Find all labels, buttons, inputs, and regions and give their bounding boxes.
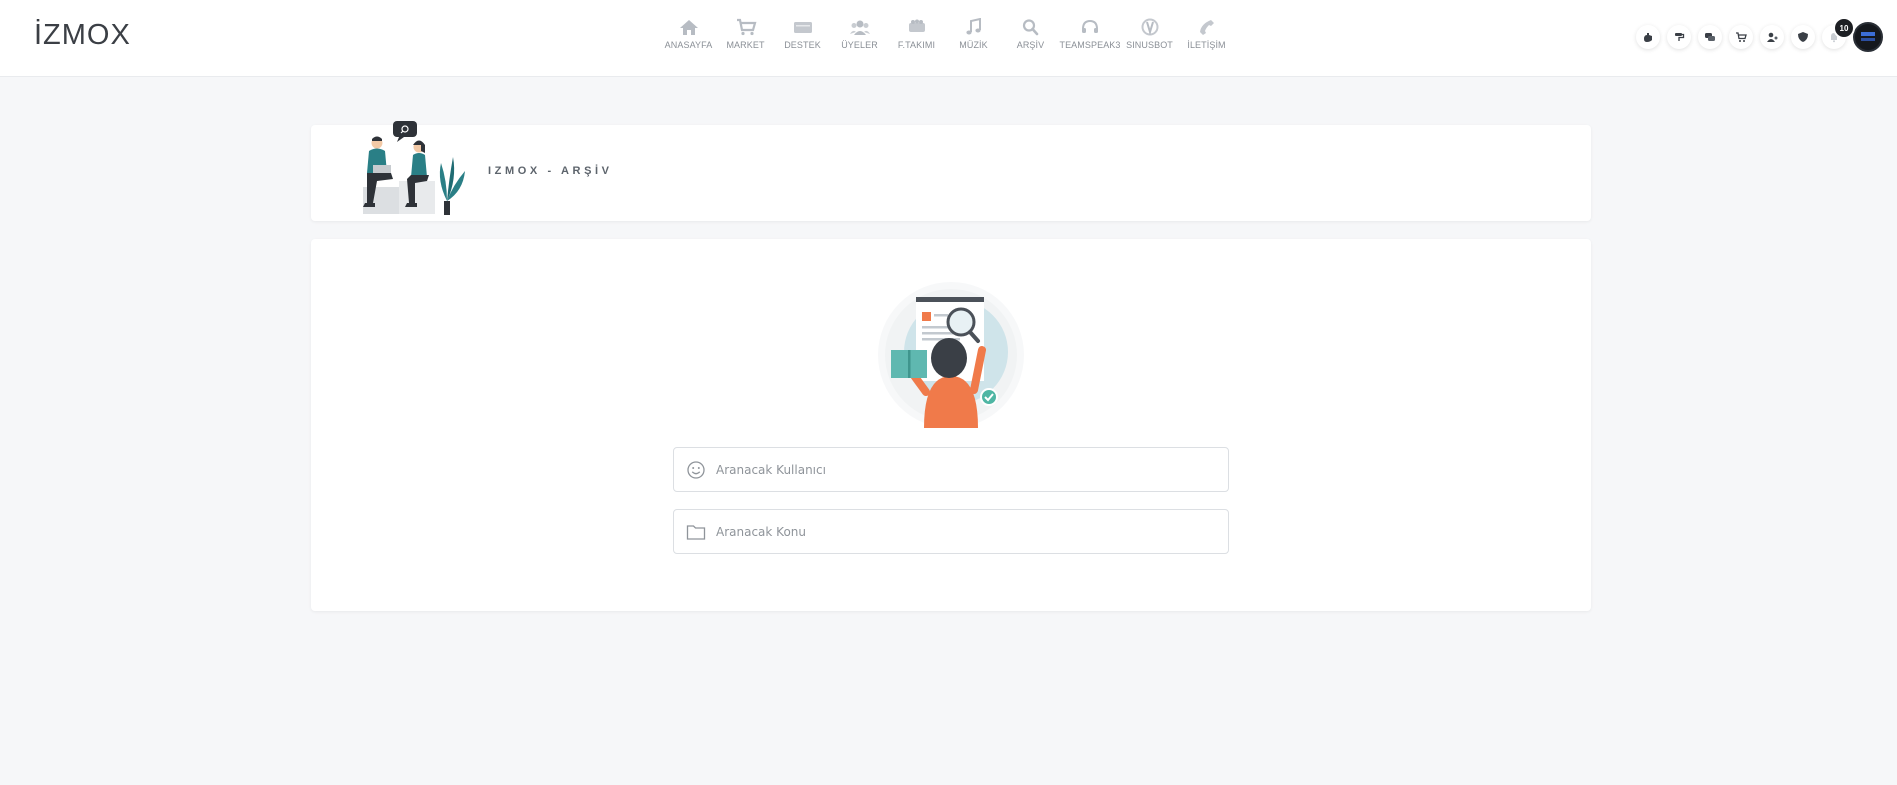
nav-item-members[interactable]: ÜYELER xyxy=(831,18,888,58)
hand-icon[interactable] xyxy=(1636,25,1660,49)
search-icon xyxy=(1020,18,1042,36)
notification-count-badge: 10 xyxy=(1833,17,1855,39)
nav-item-team[interactable]: F.TAKIMI xyxy=(888,18,945,58)
people-talking-illustration xyxy=(363,121,465,215)
cart-icon xyxy=(735,18,757,36)
nav-item-home[interactable]: ANASAYFA xyxy=(660,18,717,58)
nav-label: TEAMSPEAK3 xyxy=(1059,40,1121,50)
nav-label: SINUSBOT xyxy=(1126,40,1173,50)
nav-label: İLETİŞİM xyxy=(1187,40,1226,50)
nav-item-market[interactable]: MARKET xyxy=(717,18,774,58)
headset-icon xyxy=(1079,18,1101,36)
nav-label: ÜYELER xyxy=(841,40,878,50)
page-header-card: IZMOX - ARŞİV xyxy=(311,121,1591,221)
search-archive-illustration xyxy=(878,282,1024,428)
nav-item-support[interactable]: DESTEK xyxy=(774,18,831,58)
nav-label: DESTEK xyxy=(784,40,821,50)
avatar[interactable] xyxy=(1853,22,1883,52)
archive-search-card xyxy=(311,239,1591,611)
user-toolbar xyxy=(1636,25,1853,49)
nav-item-archive[interactable]: ARŞİV xyxy=(1002,18,1059,58)
top-navbar: İZMOX ANASAYFA MARKET DESTEK ÜYELER F.TA… xyxy=(0,0,1897,77)
shield-icon[interactable] xyxy=(1791,25,1815,49)
nav-label: MARKET xyxy=(726,40,765,50)
ticket-icon xyxy=(792,18,814,36)
chat-icon[interactable] xyxy=(1698,25,1722,49)
page-title: IZMOX - ARŞİV xyxy=(488,165,613,177)
smiley-icon xyxy=(676,460,716,480)
home-icon xyxy=(678,18,700,36)
user-search-input[interactable] xyxy=(716,462,1196,477)
folder-icon xyxy=(676,523,716,541)
nav-item-contact[interactable]: İLETİŞİM xyxy=(1178,18,1235,58)
site-logo[interactable]: İZMOX xyxy=(34,19,131,52)
nav-label: ARŞİV xyxy=(1016,40,1045,50)
nav-item-teamspeak[interactable]: TEAMSPEAK3 xyxy=(1059,18,1121,58)
main-nav: ANASAYFA MARKET DESTEK ÜYELER F.TAKIMI M… xyxy=(660,18,1235,58)
nav-label: ANASAYFA xyxy=(664,40,713,50)
user-search-field[interactable] xyxy=(673,447,1229,492)
nav-label: MÜZİK xyxy=(959,40,988,50)
topic-search-field[interactable] xyxy=(673,509,1229,554)
bot-icon xyxy=(1139,18,1161,36)
phone-icon xyxy=(1196,18,1218,36)
nav-item-sinusbot[interactable]: SINUSBOT xyxy=(1121,18,1178,58)
topic-search-input[interactable] xyxy=(716,524,1196,539)
user-settings-icon[interactable] xyxy=(1760,25,1784,49)
nav-item-music[interactable]: MÜZİK xyxy=(945,18,1002,58)
cart-icon[interactable] xyxy=(1729,25,1753,49)
user-avatar-wrap xyxy=(1853,22,1883,52)
team-icon xyxy=(906,18,928,36)
music-icon xyxy=(963,18,985,36)
users-icon xyxy=(849,18,871,36)
paint-roller-icon[interactable] xyxy=(1667,25,1691,49)
nav-label: F.TAKIMI xyxy=(897,40,936,50)
